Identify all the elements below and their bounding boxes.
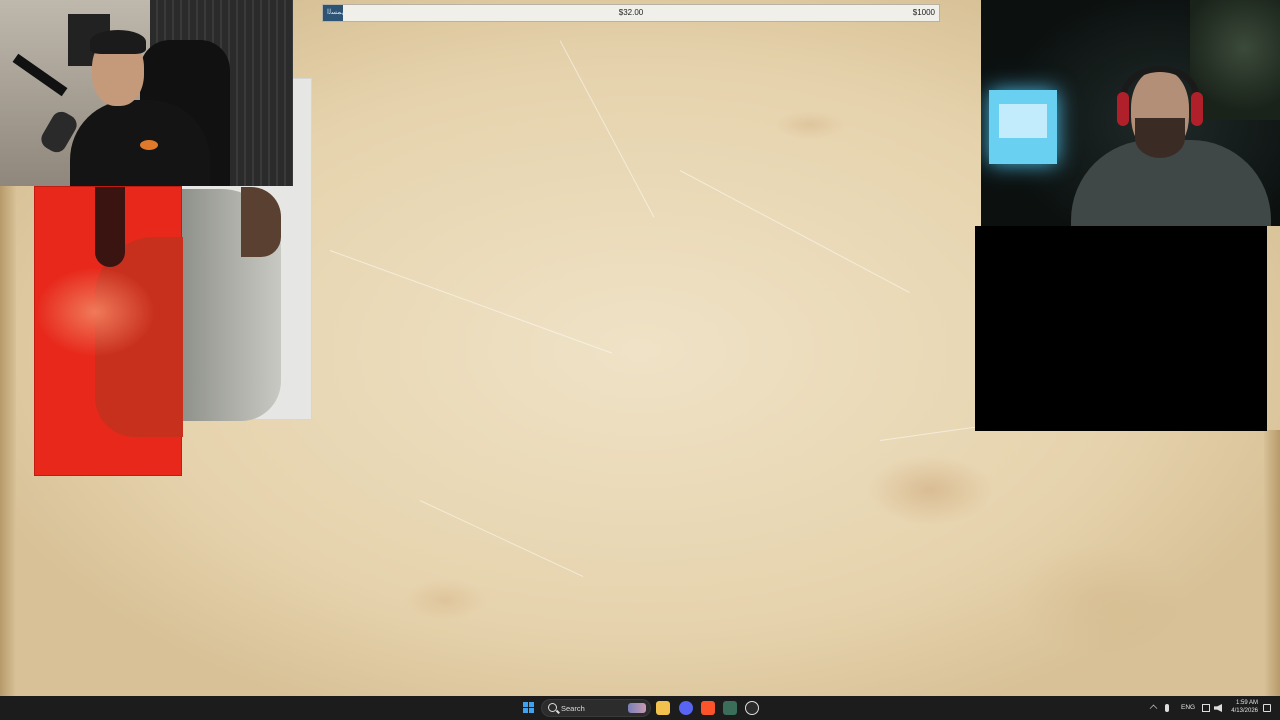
shirt-logo [140,140,158,150]
taskbar-search-label: Search [561,704,585,713]
parchment-edge-right [1264,430,1280,696]
clock-date: 4/13/2026 [1231,708,1258,714]
streamer-hair [90,30,146,54]
chevron-up-icon[interactable] [1149,704,1158,713]
windows-start-icon[interactable] [523,702,535,714]
task-manager-icon[interactable] [723,701,737,715]
mic-arm [12,53,68,97]
background-monitor [989,90,1057,164]
empty-overlay-panel [975,226,1267,431]
parchment-crease [559,40,655,218]
notification-icon[interactable] [1263,704,1271,712]
windows-taskbar: Search ENG 1:59 AM 4/13/2026 [0,696,1280,720]
parchment-crease [679,170,910,294]
language-indicator[interactable]: ENG [1181,704,1195,711]
obs-icon[interactable] [745,701,759,715]
file-explorer-icon[interactable] [656,701,670,715]
headset-earcup-right [1191,92,1203,126]
microphone-icon[interactable] [1165,704,1169,712]
webcam-right [981,0,1280,226]
taskbar-clock[interactable]: 1:59 AM 4/13/2026 [1228,699,1258,715]
webcam-left [0,0,293,186]
brave-browser-icon[interactable] [701,701,715,715]
parchment-crease [419,500,584,578]
search-icon [548,703,557,712]
background-plant [1190,0,1280,120]
parchment-crease [329,250,613,354]
taskbar-search-box[interactable]: Search [541,699,651,717]
donation-goal-target: $1000 [912,8,935,17]
volume-icon[interactable] [1214,704,1222,712]
clock-time: 1:59 AM [1235,700,1258,706]
artwork-red-shadow [95,187,125,267]
artwork-gray-hair [241,187,281,257]
artwork-red-panel [34,186,183,476]
search-highlight-icon [628,703,646,713]
donation-goal-bar: ﻰﻤﺴﻟﺍ $32.00 $1000 [322,4,940,22]
headset-icon [1121,66,1199,126]
donation-goal-current: $32.00 [618,8,644,17]
discord-icon[interactable] [679,701,693,715]
headset-earcup-left [1117,92,1129,126]
artwork-red-smoke [35,267,155,357]
network-icon[interactable] [1202,704,1210,712]
monitor-screen [999,104,1047,138]
